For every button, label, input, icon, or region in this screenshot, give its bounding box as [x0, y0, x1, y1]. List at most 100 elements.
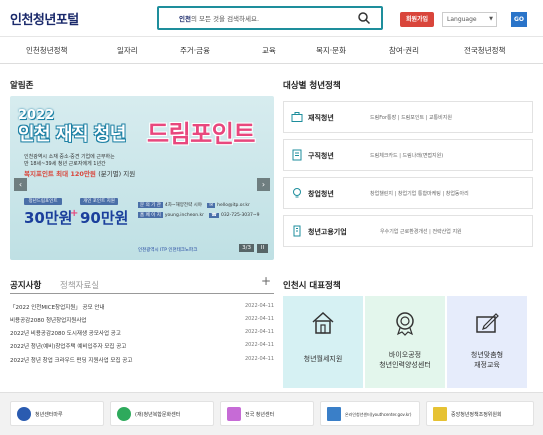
- footer-link-label: (재)청년복합문화센터: [135, 412, 181, 418]
- banner-info-tag-1: 문 의 기 관: [138, 202, 163, 208]
- banner-info-1: 4차~해양전략 시야: [164, 203, 202, 208]
- banner-info-row-2: 홈 페 이 지 young.incheon.kr ☎ 032-725-3037~9: [138, 212, 260, 218]
- notice-item[interactable]: 2022년 청년(예비)창업주택 예비입주자 모집 공고 2022-04-11: [10, 342, 274, 352]
- site-logo[interactable]: 인천청년포털: [10, 9, 79, 28]
- promo-banner[interactable]: 2022 인천 재직 청년 드림포인트 인천광역시 소재 중소·중견 기업에 근…: [10, 96, 274, 260]
- banner-info-1b: hello@itp.or.kr: [217, 203, 250, 208]
- alarm-zone-title: 알림존: [10, 81, 34, 91]
- notice-date: 2022-04-11: [244, 316, 274, 322]
- representative-policies-title: 인천시 대표정책: [283, 281, 341, 291]
- banner-highlight-text: 복지포인트 최대 120만원: [24, 170, 96, 178]
- footer-link-label: 온라인청년센터(youthcenter.gov.kr): [345, 412, 412, 417]
- footer-link-label: 전국 청년센터: [245, 412, 275, 418]
- document-icon: [292, 149, 302, 161]
- rep-label-1: 청년맞춤형: [470, 351, 504, 359]
- banner-organization: 인천광역시 ITP 인천테크노파크: [138, 248, 198, 253]
- banner-next-button[interactable]: ›: [257, 178, 270, 191]
- notice-date: 2022-04-11: [244, 356, 274, 362]
- rep-label-2: 청년인력양성센터: [379, 361, 431, 369]
- banner-title-accent: 드림포인트: [147, 120, 255, 148]
- footer-link-national-center[interactable]: 전국 청년센터: [220, 401, 314, 426]
- pencil-note-icon: [476, 313, 499, 333]
- footer-link-committee[interactable]: 중앙청년정책조정위원회: [426, 401, 534, 426]
- leaf-icon: [117, 407, 131, 421]
- rep-policy-bio[interactable]: 바이오공정 청년인력양성센터: [365, 296, 445, 388]
- footer-link-online-center[interactable]: 온라인청년센터(youthcenter.gov.kr): [320, 401, 420, 426]
- banner-phone-tag: ☎: [209, 213, 220, 218]
- chevron-down-icon: ▼: [489, 16, 493, 22]
- main-nav: 인천청년정책 일자리 주거·금융 교육 복지·문화 참여·권리 전국청년정책: [0, 37, 543, 64]
- nav-item-policy[interactable]: 인천청년정책: [26, 45, 67, 56]
- target-sub: 창업챌린지 | 창업기업 통합마케팅 | 창업동아리: [370, 191, 469, 197]
- house-icon: [312, 311, 334, 334]
- target-label: 청년고용기업: [308, 228, 347, 236]
- notice-title: 2022년 비용공감2080 도시재생 공모사업 공고: [10, 331, 121, 337]
- heart-icon: [17, 407, 31, 421]
- target-sub: 드림체크카드 | 드림나래(면접지원): [370, 153, 444, 159]
- nav-item-jobs[interactable]: 일자리: [117, 45, 138, 56]
- notice-date: 2022-04-11: [244, 342, 274, 348]
- banner-chip-2: 개인 포인트 지원: [80, 198, 118, 205]
- search-box[interactable]: 인천의 모든 것을 검색하세요.: [157, 6, 383, 30]
- notice-title: 2022년 청년(예비)창업주택 예비입주자 모집 공고: [10, 344, 127, 350]
- footer-link-label: 청년센터마루: [35, 412, 63, 418]
- notice-item[interactable]: 비용공감2080 청년창업지원사업 2022-04-11: [10, 316, 274, 326]
- banner-pause-button[interactable]: II: [257, 244, 268, 253]
- go-button[interactable]: GO: [511, 12, 527, 27]
- banner-amount-1: 30만원: [24, 209, 73, 227]
- banner-counter: 3/3: [239, 244, 254, 252]
- target-policies-title: 대상별 청년정책: [283, 81, 341, 91]
- nav-item-housing[interactable]: 주거·금융: [180, 45, 210, 56]
- footer-link-culture-center[interactable]: (재)청년복합문화센터: [110, 401, 214, 426]
- footer-link-label: 중앙청년정책조정위원회: [451, 412, 502, 418]
- join-button[interactable]: 회원가입: [400, 12, 434, 27]
- target-item-employer[interactable]: 청년고용기업 우수기업 근로환경개선 | 전략산업 지원: [283, 215, 533, 247]
- nav-item-welfare[interactable]: 복지·문화: [316, 45, 346, 56]
- tab-policy-archive[interactable]: 정책자료실: [60, 279, 99, 291]
- monitor-icon: [327, 407, 341, 421]
- notice-item[interactable]: 2022년 청년 창업 크라우드 펀딩 지원사업 모집 공고 2022-04-11: [10, 356, 274, 366]
- more-notices-button[interactable]: +: [261, 274, 271, 288]
- search-highlight: 인천: [179, 15, 191, 23]
- nav-item-participation[interactable]: 참여·권리: [389, 45, 419, 56]
- language-select[interactable]: Language ▼: [442, 12, 497, 27]
- notice-item[interactable]: 「2022 인천MICE창업지원」 공모 안내 2022-04-11: [10, 303, 274, 313]
- rep-label-2: 재정교육: [474, 361, 500, 369]
- banner-title-main: 인천 재직 청년: [18, 124, 126, 145]
- banner-email-tag: ✉: [207, 203, 216, 208]
- badge-icon: [396, 312, 414, 336]
- banner-highlight: 복지포인트 최대 120만원 (분기별) 지원: [24, 168, 135, 178]
- notice-item[interactable]: 2022년 비용공감2080 도시재생 공모사업 공고 2022-04-11: [10, 329, 274, 339]
- rep-label-1: 바이오공정: [388, 351, 422, 359]
- notice-date: 2022-04-11: [244, 329, 274, 335]
- target-item-startup[interactable]: 창업청년 창업챌린지 | 창업기업 통합마케팅 | 창업동아리: [283, 177, 533, 209]
- notice-title: 비용공감2080 청년창업지원사업: [10, 318, 87, 324]
- banner-chip-1: 청년드림포인트: [24, 198, 62, 205]
- banner-description: 인천광역시 소재 중소·중견 기업에 근무하는 만 18세~39세 청년 근로자…: [24, 154, 115, 168]
- tab-notices[interactable]: 공지사항: [10, 279, 41, 291]
- search-icon[interactable]: [357, 11, 371, 25]
- puzzle-icon: [227, 407, 241, 421]
- briefcase-icon: [291, 112, 303, 122]
- footer-link-maru[interactable]: 청년센터마루: [10, 401, 104, 426]
- plus-sign: +: [70, 208, 79, 219]
- target-item-employed[interactable]: 재직청년 드림For통장 | 드림포인트 | 교통비지원: [283, 101, 533, 133]
- target-label: 재직청년: [308, 114, 334, 122]
- banner-info-2b: 032-725-3037~9: [221, 213, 260, 218]
- rep-policy-rent[interactable]: 청년월세지원: [283, 296, 363, 388]
- banner-info-tag-2: 홈 페 이 지: [138, 212, 163, 218]
- search-placeholder: 의 모든 것을 검색하세요.: [190, 15, 260, 23]
- banner-info-row-1: 문 의 기 관 4차~해양전략 시야 ✉ hello@itp.or.kr: [138, 202, 250, 208]
- search-input[interactable]: 인천의 모든 것을 검색하세요.: [179, 13, 259, 23]
- nav-item-education[interactable]: 교육: [262, 45, 276, 56]
- banner-prev-button[interactable]: ‹: [14, 178, 27, 191]
- target-label: 구직청년: [308, 152, 334, 160]
- language-label: Language: [447, 16, 477, 23]
- banner-info-2: young.incheon.kr: [164, 213, 204, 218]
- nav-item-national[interactable]: 전국청년정책: [464, 45, 505, 56]
- top-header: 인천청년포털 인천의 모든 것을 검색하세요. 회원가입 Language ▼ G…: [0, 0, 543, 37]
- target-item-jobseeker[interactable]: 구직청년 드림체크카드 | 드림나래(면접지원): [283, 139, 533, 171]
- target-label: 창업청년: [308, 190, 334, 198]
- rep-policy-finance[interactable]: 청년맞춤형 재정교육: [447, 296, 527, 388]
- notice-date: 2022-04-11: [244, 303, 274, 309]
